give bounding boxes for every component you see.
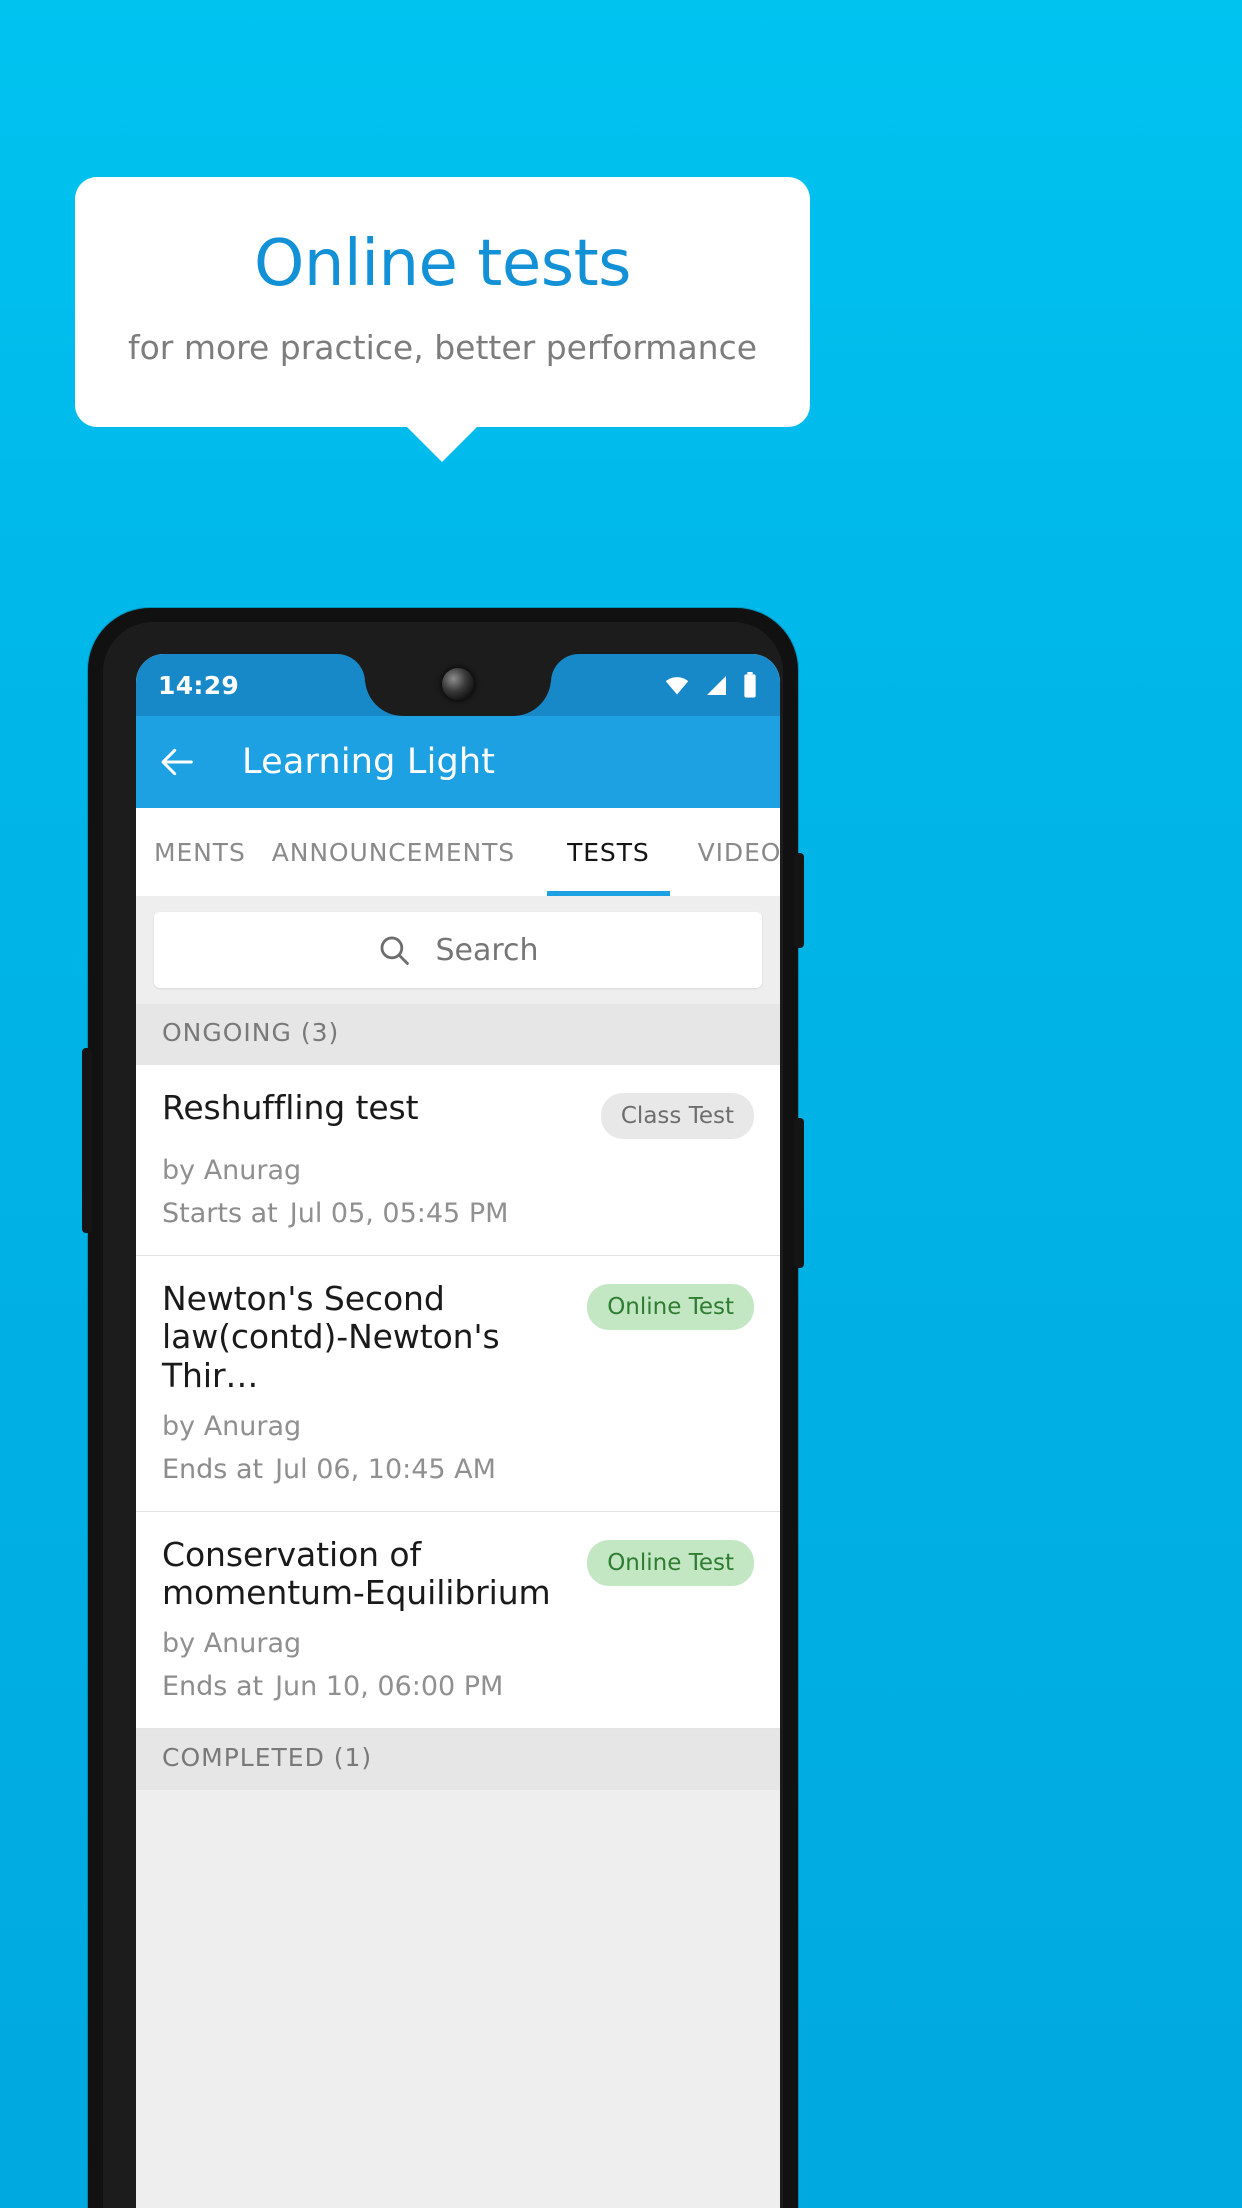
signal-icon (707, 676, 726, 695)
table-row[interactable]: Newton's Second law(contd)-Newton's Thir… (136, 1256, 780, 1512)
test-author: by Anurag (162, 1628, 302, 1660)
schedule-label: Starts at (162, 1198, 278, 1229)
promo-title: Online tests (253, 226, 632, 301)
phone-side-button-left (82, 1048, 92, 1233)
battery-icon (744, 672, 756, 698)
test-schedule: Ends at Jul 06, 10:45 AM (162, 1454, 754, 1485)
row-header: Newton's Second law(contd)-Newton's Thir… (162, 1278, 754, 1395)
search-container: Search (136, 896, 780, 1004)
tab-tests[interactable]: TESTS (541, 808, 676, 896)
test-author: by Anurag (162, 1410, 302, 1442)
table-row[interactable]: Conservation of momentum-Equilibrium Onl… (136, 1511, 780, 1730)
status-badge: Online Test (587, 1539, 754, 1586)
promo-callout-card: Online tests for more practice, better p… (75, 177, 810, 427)
phone-device-mockup: 14:29 Learning Light MENTS ANNOUNCEMENTS (82, 608, 804, 2208)
test-author: by Anurag (162, 1155, 302, 1186)
wifi-icon (665, 677, 689, 695)
app-bar: Learning Light (136, 716, 780, 808)
phone-volume-button (794, 1118, 804, 1268)
status-time: 14:29 (158, 670, 240, 700)
search-icon (380, 936, 410, 965)
status-icons (662, 672, 758, 698)
phone-power-button (794, 853, 804, 948)
test-schedule: Starts at Jul 05, 05:45 PM (162, 1198, 754, 1229)
tests-content: Search ONGOING (3) Reshuffling test Clas… (136, 896, 780, 2208)
tab-videos[interactable]: VIDEOS (676, 808, 780, 896)
row-header: Reshuffling test Class Test (162, 1087, 754, 1139)
promo-callout-tail (406, 426, 478, 462)
schedule-value: Jul 05, 05:45 PM (289, 1198, 509, 1229)
schedule-value: Jun 10, 06:00 PM (275, 1671, 504, 1703)
schedule-label: Ends at (162, 1453, 264, 1485)
status-badge: Online Test (587, 1284, 754, 1330)
search-placeholder: Search (435, 932, 539, 968)
test-schedule: Ends at Jun 10, 06:00 PM (162, 1671, 754, 1702)
promo-subtitle: for more practice, better performance (127, 328, 758, 368)
test-title: Conservation of momentum-Equilibrium (162, 1534, 551, 1613)
front-camera-icon (442, 668, 474, 700)
status-badge: Class Test (600, 1093, 754, 1139)
status-bar: 14:29 (136, 654, 780, 716)
test-title: Newton's Second law(contd)-Newton's Thir… (162, 1279, 500, 1395)
section-header-ongoing: ONGOING (3) (136, 1004, 780, 1065)
back-arrow-icon[interactable] (158, 742, 198, 782)
test-title: Reshuffling test (162, 1088, 419, 1127)
schedule-value: Jul 06, 10:45 AM (275, 1453, 496, 1485)
tab-bar: MENTS ANNOUNCEMENTS TESTS VIDEOS (136, 808, 780, 896)
phone-notch (365, 654, 551, 716)
tab-assignments[interactable]: MENTS (136, 808, 246, 896)
row-header: Conservation of momentum-Equilibrium Onl… (162, 1534, 754, 1613)
section-header-completed: COMPLETED (1) (136, 1729, 780, 1791)
phone-bezel: 14:29 Learning Light MENTS ANNOUNCEMENTS (103, 622, 783, 2208)
phone-screen: 14:29 Learning Light MENTS ANNOUNCEMENTS (136, 654, 780, 2208)
app-bar-title: Learning Light (242, 742, 496, 782)
tab-announcements[interactable]: ANNOUNCEMENTS (246, 808, 541, 896)
search-input[interactable]: Search (154, 912, 762, 988)
table-row[interactable]: Reshuffling test Class Test by Anurag St… (136, 1065, 780, 1256)
schedule-label: Ends at (162, 1671, 264, 1703)
